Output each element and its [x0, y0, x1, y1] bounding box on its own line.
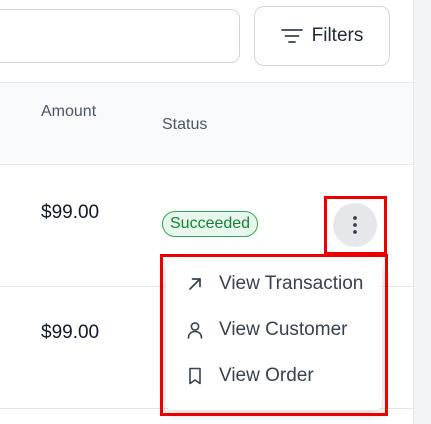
- filters-button[interactable]: Filters: [254, 6, 390, 66]
- table-header: Amount Status: [0, 83, 413, 165]
- column-header-status[interactable]: Status: [162, 113, 207, 136]
- amount-cell: $99.00: [41, 322, 100, 343]
- filter-lines-icon: [280, 29, 303, 43]
- status-badge: Succeeded: [162, 211, 259, 237]
- column-header-amount[interactable]: Amount: [41, 100, 111, 123]
- filters-label: Filters: [311, 25, 364, 46]
- highlight-box-actions-button: [324, 196, 387, 255]
- search-input[interactable]: [0, 9, 240, 63]
- amount-cell: $99.00: [41, 202, 100, 223]
- highlight-box-actions-menu: [160, 254, 388, 416]
